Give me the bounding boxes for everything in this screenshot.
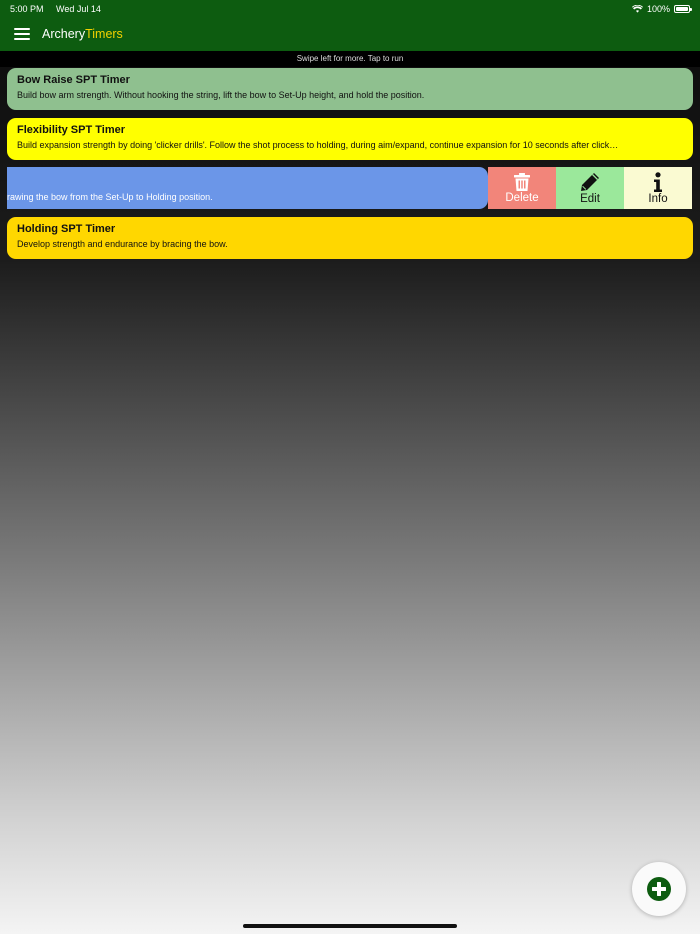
app-title-part2: Timers	[85, 27, 123, 41]
timer-card-flexibility[interactable]: Flexibility SPT Timer Build expansion st…	[7, 117, 693, 160]
info-label: Info	[648, 192, 668, 205]
pencil-icon	[581, 172, 599, 191]
battery-percent: 100%	[646, 3, 670, 14]
timer-name: Bow Raise SPT Timer	[17, 74, 130, 86]
timer-description: Build expansion strength by doing 'click…	[17, 139, 619, 150]
timer-description: rawing the bow from the Set-Up to Holdin…	[7, 191, 213, 202]
status-date: Wed Jul 14	[56, 3, 101, 14]
home-indicator	[243, 924, 457, 928]
timer-description: Develop strength and endurance by bracin…	[17, 238, 228, 249]
trash-icon	[514, 172, 530, 191]
status-time: 5:00 PM	[10, 3, 44, 14]
timer-card-holding[interactable]: Holding SPT Timer Develop strength and e…	[7, 216, 693, 259]
hamburger-menu-icon[interactable]	[14, 28, 30, 40]
edit-label: Edit	[580, 192, 600, 205]
swiped-timer-row: rawing the bow from the Set-Up to Holdin…	[7, 167, 693, 209]
edit-button[interactable]: Edit	[556, 167, 624, 209]
delete-button[interactable]: Delete	[488, 167, 556, 209]
battery-fill	[676, 6, 688, 11]
timer-name: Flexibility SPT Timer	[17, 123, 125, 136]
timer-name: Holding SPT Timer	[17, 222, 116, 235]
timer-description: Build bow arm strength. Without hooking …	[17, 90, 425, 100]
timer-card-swiped[interactable]: rawing the bow from the Set-Up to Holdin…	[7, 167, 488, 209]
delete-label: Delete	[505, 191, 539, 204]
timer-list: Bow Raise SPT Timer Build bow arm streng…	[7, 68, 693, 266]
status-bar: 5:00 PM Wed Jul 14 100%	[0, 0, 700, 17]
timer-card-bow-raise[interactable]: Bow Raise SPT Timer Build bow arm streng…	[7, 68, 693, 110]
app-title: ArcheryTimers	[42, 27, 123, 41]
wifi-icon	[631, 4, 643, 13]
swipe-hint: Swipe left for more. Tap to run	[0, 51, 700, 67]
info-icon	[654, 171, 662, 192]
plus-circle-icon	[647, 877, 671, 901]
status-right: 100%	[631, 3, 692, 14]
add-timer-button[interactable]	[632, 862, 686, 916]
app-title-part1: Archery	[42, 27, 86, 41]
battery-icon	[674, 4, 692, 13]
info-button[interactable]: Info	[624, 167, 692, 209]
status-left: 5:00 PM Wed Jul 14	[10, 4, 111, 14]
nav-bar: ArcheryTimers	[0, 17, 700, 51]
